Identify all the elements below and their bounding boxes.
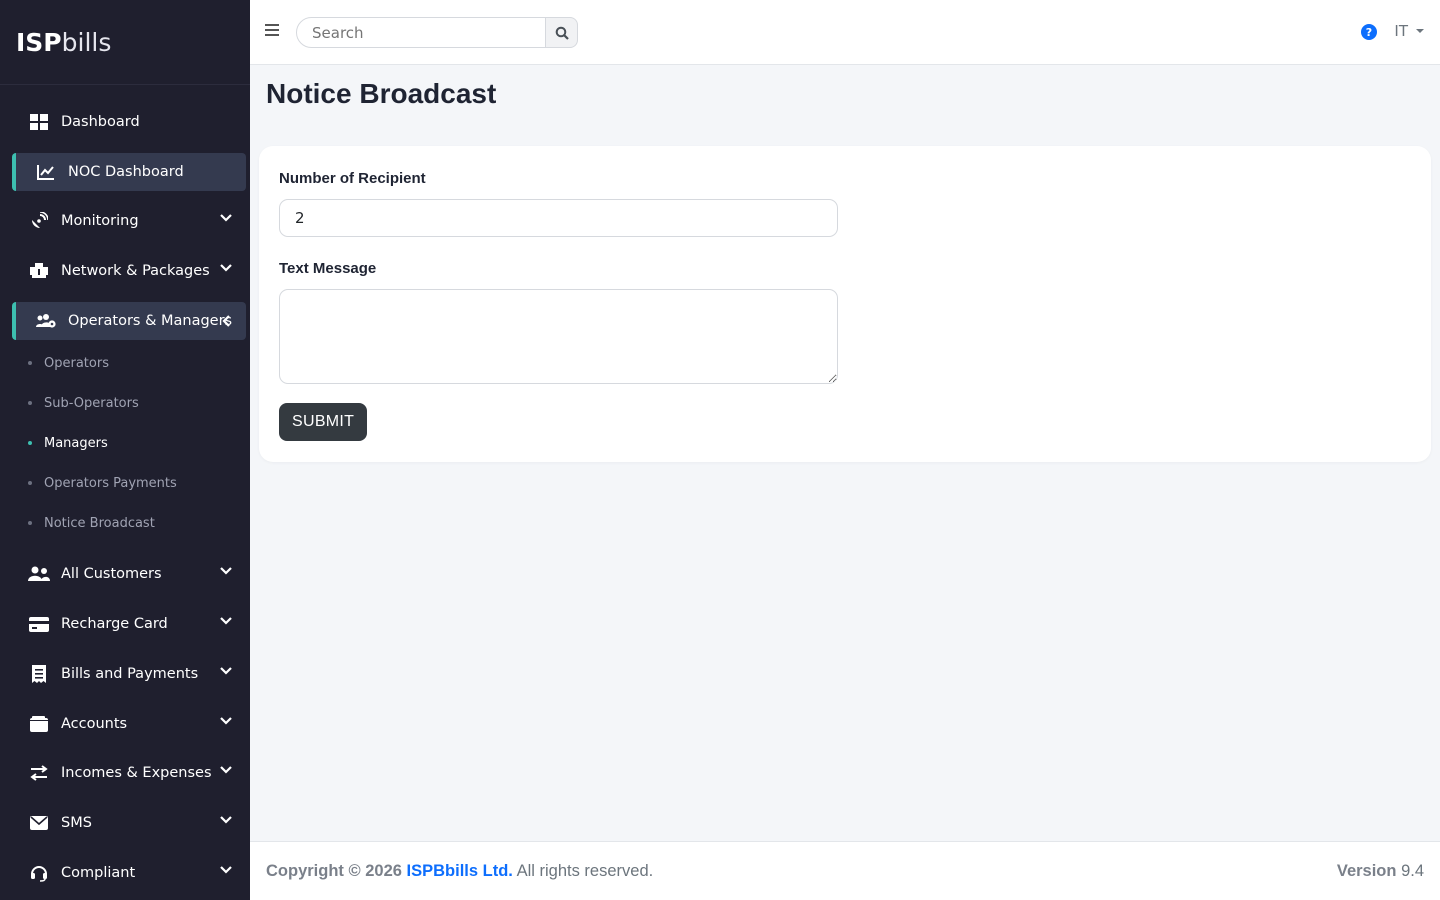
sidebar-item-noc-dashboard[interactable]: NOC Dashboard	[12, 152, 246, 191]
chevron-down-icon	[220, 567, 232, 575]
submenu-item-label: Managers	[44, 435, 108, 451]
sidebar-item-label: NOC Dashboard	[68, 163, 184, 180]
submit-button[interactable]: SUBMIT	[279, 403, 368, 441]
sidebar: ISP bills Dashboard NOC Dashboard Monito…	[0, 0, 250, 900]
language-label: IT	[1394, 22, 1408, 40]
version-value: 9.4	[1401, 861, 1424, 880]
sidebar-item-recharge-card[interactable]: Recharge Card	[12, 605, 246, 643]
sidebar-item-label: Recharge Card	[61, 616, 168, 633]
brand-logo[interactable]: ISP bills	[0, 0, 250, 85]
sidebar-item-label: Monitoring	[61, 213, 139, 230]
recipient-count-input[interactable]	[279, 199, 838, 237]
sidebar-item-label: SMS	[61, 814, 92, 831]
dashboard-icon	[28, 112, 50, 132]
question-circle-icon[interactable]: ?	[1361, 24, 1377, 40]
chevron-down-icon	[220, 264, 232, 272]
sidebar-item-label: Compliant	[61, 864, 136, 881]
chevron-down-icon	[220, 766, 232, 774]
version-label: Version	[1336, 861, 1397, 880]
sidebar-item-label: Incomes & Expenses	[61, 765, 212, 782]
submenu-item-label: Operators Payments	[44, 475, 177, 491]
submenu-item-label: Sub-Operators	[44, 395, 139, 411]
bullet-icon	[28, 441, 32, 446]
chart-line-icon	[35, 162, 57, 182]
search-bar	[296, 17, 578, 48]
sidebar-item-compliant[interactable]: Compliant	[12, 854, 246, 892]
sidebar-item-label: Operators & Managers	[68, 312, 233, 329]
notice-form-card: Number of Recipient Text Message SUBMIT	[259, 146, 1431, 462]
sidebar-item-accounts[interactable]: Accounts	[12, 705, 246, 743]
envelope-icon	[28, 813, 50, 833]
users-cog-icon	[35, 311, 57, 331]
sidebar-item-label: Dashboard	[61, 114, 140, 130]
page-title: Notice Broadcast	[266, 78, 497, 109]
satellite-dish-icon	[28, 211, 50, 231]
topbar: ? IT	[250, 0, 1440, 65]
search-input[interactable]	[296, 17, 546, 48]
text-message-textarea[interactable]	[279, 289, 838, 384]
chevron-down-icon	[220, 617, 232, 625]
sidebar-item-network-packages[interactable]: Network & Packages	[12, 252, 246, 290]
sidebar-item-label: All Customers	[61, 566, 162, 583]
caret-down-icon	[1416, 29, 1424, 33]
company-link[interactable]: ISPBbills Ltd.	[407, 862, 513, 880]
bullet-icon	[28, 521, 32, 526]
sidebar-item-all-customers[interactable]: All Customers	[12, 555, 246, 593]
submenu-item-sub-operators[interactable]: Sub-Operators	[0, 383, 250, 423]
sidebar-nav: Dashboard NOC Dashboard Monitoring Netwo…	[0, 85, 250, 892]
message-label: Text Message	[279, 260, 377, 277]
sidebar-item-label: Accounts	[61, 715, 128, 732]
operators-submenu: Operators Sub-Operators Managers Operato…	[0, 343, 250, 543]
sidebar-item-incomes-expenses[interactable]: Incomes & Expenses	[12, 754, 246, 792]
headset-icon	[28, 863, 50, 883]
bullet-icon	[28, 481, 32, 486]
users-icon	[28, 564, 50, 584]
sidebar-item-monitoring[interactable]: Monitoring	[12, 202, 246, 240]
sidebar-item-label: Bills and Payments	[61, 665, 199, 682]
credit-card-icon	[28, 614, 50, 634]
search-button[interactable]	[546, 17, 578, 48]
copyright: Copyright © 2026 ISPBbills Ltd. All righ…	[266, 862, 653, 881]
submenu-item-label: Notice Broadcast	[44, 515, 155, 531]
footer: Copyright © 2026 ISPBbills Ltd. All righ…	[250, 841, 1440, 900]
submenu-item-label: Operators	[44, 355, 109, 371]
menu-toggle-icon[interactable]	[265, 24, 279, 36]
bullet-icon	[28, 361, 32, 366]
chevron-down-icon	[220, 667, 232, 675]
chevron-down-icon	[220, 816, 232, 824]
language-dropdown[interactable]: IT	[1394, 22, 1424, 40]
submenu-item-operators-payments[interactable]: Operators Payments	[0, 463, 250, 503]
sidebar-item-label: Network & Packages	[61, 263, 210, 280]
submenu-item-operators[interactable]: Operators	[0, 343, 250, 383]
recipient-label: Number of Recipient	[279, 170, 426, 187]
rights-text: All rights reserved.	[516, 861, 654, 880]
search-icon	[555, 26, 569, 40]
chevron-down-icon	[220, 214, 232, 222]
brand-logo-part1: ISP	[16, 27, 62, 57]
sidebar-item-operators-managers[interactable]: Operators & Managers	[12, 301, 246, 340]
receipt-icon	[28, 664, 50, 684]
sidebar-item-bills-payments[interactable]: Bills and Payments	[12, 655, 246, 693]
boxes-icon	[28, 261, 50, 281]
wallet-icon	[28, 714, 50, 734]
chevron-left-icon	[222, 314, 230, 327]
sidebar-item-sms[interactable]: SMS	[12, 804, 246, 842]
chevron-down-icon	[220, 716, 232, 725]
bullet-icon	[28, 401, 32, 406]
submenu-item-notice-broadcast[interactable]: Notice Broadcast	[0, 503, 250, 543]
version-info: Version 9.4	[1337, 862, 1424, 881]
brand-logo-part2: bills	[61, 27, 112, 57]
submenu-item-managers[interactable]: Managers	[0, 423, 250, 463]
copyright-prefix: Copyright © 2026	[266, 861, 402, 880]
exchange-icon	[28, 763, 50, 783]
chevron-down-icon	[220, 865, 232, 874]
sidebar-item-dashboard[interactable]: Dashboard	[12, 103, 246, 141]
